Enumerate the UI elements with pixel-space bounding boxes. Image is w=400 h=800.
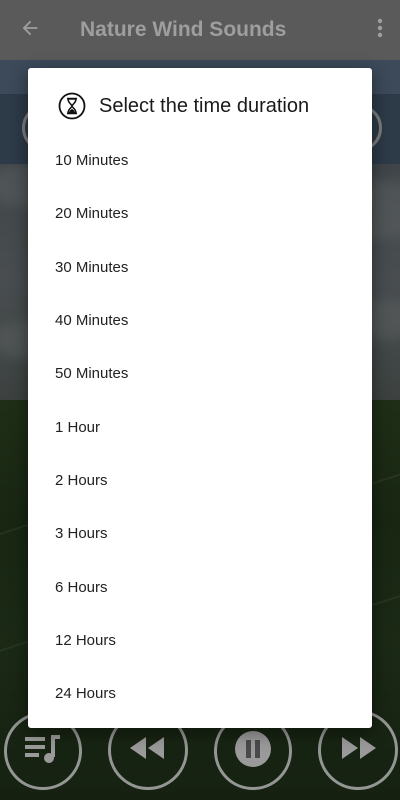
fast-forward-icon (338, 735, 378, 766)
hourglass-icon (58, 92, 86, 120)
pause-icon (233, 729, 273, 774)
duration-options-list: 10 Minutes 20 Minutes 30 Minutes 40 Minu… (28, 134, 372, 720)
arrow-left-icon (19, 17, 41, 44)
more-vertical-icon (377, 18, 383, 43)
app-title: Nature Wind Sounds (80, 18, 287, 41)
option-24-hours[interactable]: 24 Hours (28, 667, 372, 720)
option-12-hours[interactable]: 12 Hours (28, 614, 372, 667)
option-2-hours[interactable]: 2 Hours (28, 454, 372, 507)
option-6-hours[interactable]: 6 Hours (28, 560, 372, 613)
option-20-minutes[interactable]: 20 Minutes (28, 187, 372, 240)
back-button[interactable] (0, 0, 60, 60)
dialog-header: Select the time duration (28, 68, 372, 144)
more-options-button[interactable] (360, 0, 400, 60)
option-30-minutes[interactable]: 30 Minutes (28, 241, 372, 294)
option-40-minutes[interactable]: 40 Minutes (28, 294, 372, 347)
time-duration-dialog: Select the time duration 10 Minutes 20 M… (28, 68, 372, 728)
dialog-title: Select the time duration (99, 94, 310, 117)
app-bar: Nature Wind Sounds (0, 0, 400, 60)
option-1-hour[interactable]: 1 Hour (28, 400, 372, 453)
option-3-hours[interactable]: 3 Hours (28, 507, 372, 560)
playlist-icon (23, 731, 63, 772)
option-10-minutes[interactable]: 10 Minutes (28, 134, 372, 187)
option-50-minutes[interactable]: 50 Minutes (28, 347, 372, 400)
rewind-icon (128, 735, 168, 766)
